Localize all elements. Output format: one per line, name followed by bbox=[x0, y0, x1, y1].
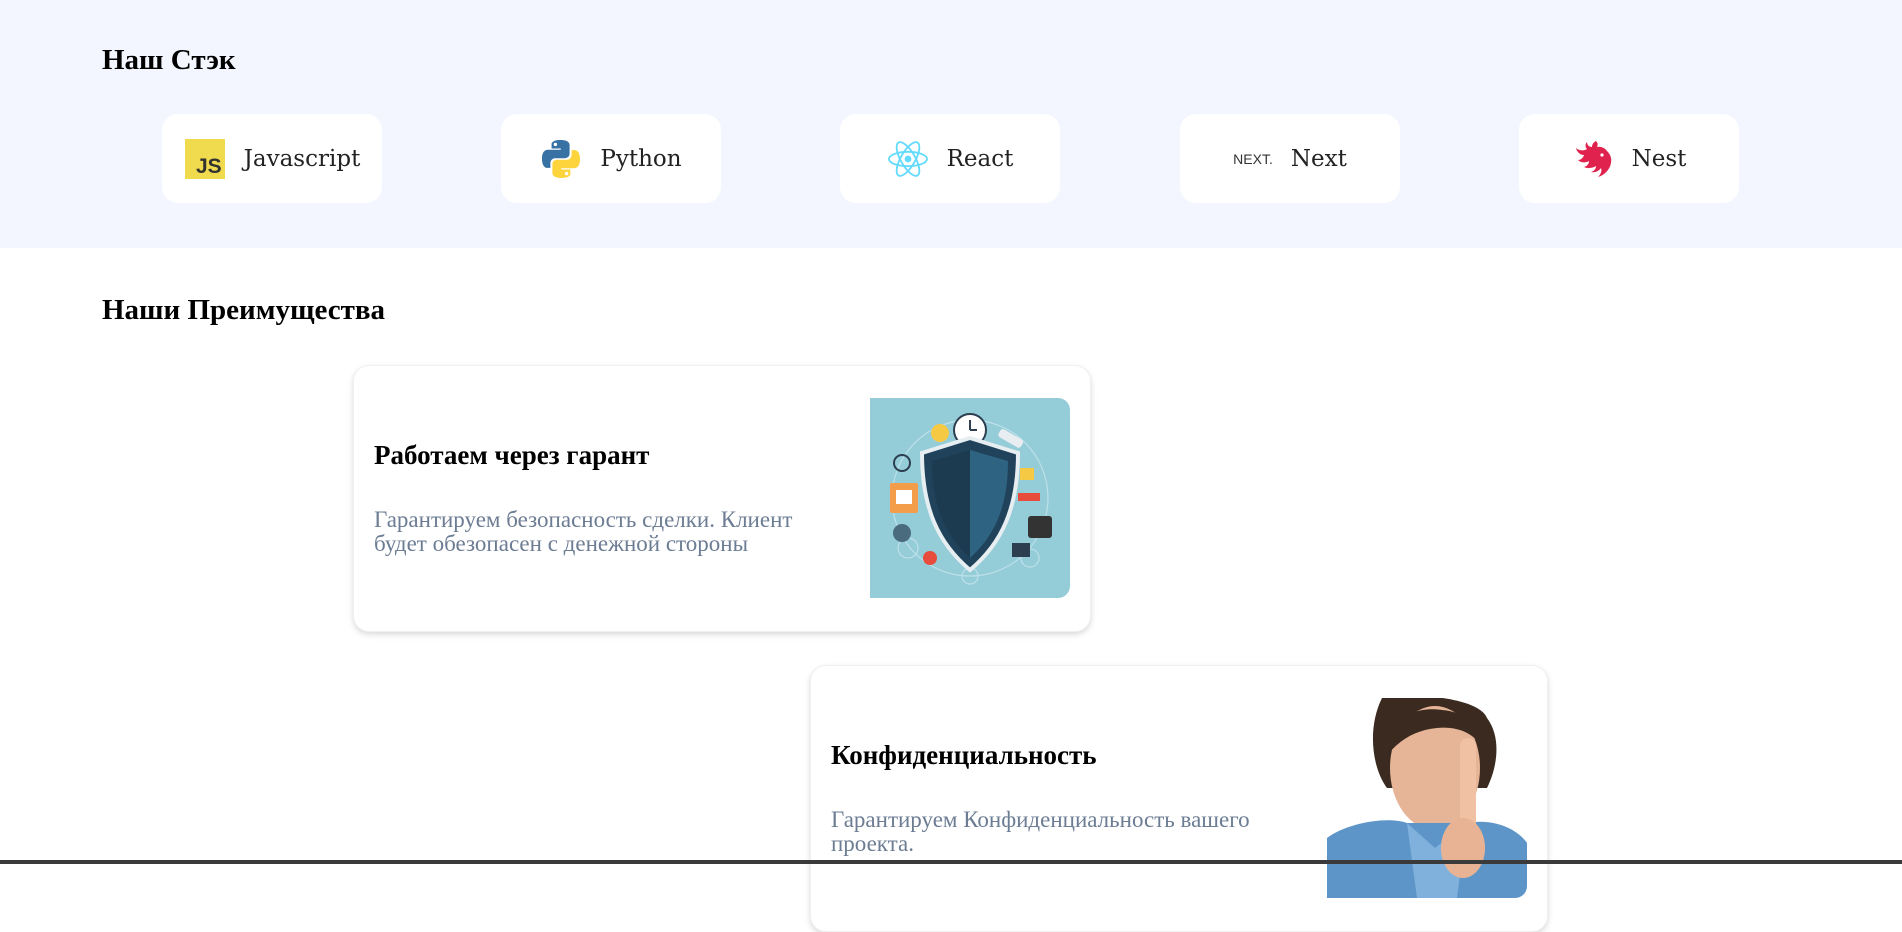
stack-section: Наш Стэк JS Javascript Python React NEXT… bbox=[0, 0, 1902, 248]
react-logo-icon bbox=[887, 138, 929, 180]
stack-card-label: React bbox=[946, 145, 1014, 172]
advantage-card-guarantee: Работаем через гарант Гарантируем безопа… bbox=[353, 365, 1091, 632]
stack-card-python: Python bbox=[501, 114, 721, 203]
stack-card-label: Python bbox=[600, 145, 682, 172]
stack-card-label: Nest bbox=[1631, 145, 1687, 172]
nextjs-logo-icon: NEXT. bbox=[1233, 150, 1273, 167]
advantage-card-confidentiality: Конфиденциальность Гарантируем Конфиденц… bbox=[810, 665, 1548, 932]
advantages-section-title: Наши Преимущества bbox=[102, 294, 386, 326]
advantage-card-text: Гарантируем Конфиденциальность вашего пр… bbox=[831, 807, 1250, 856]
security-shield-illustration bbox=[870, 398, 1070, 598]
advantage-card-title: Конфиденциальность bbox=[831, 740, 1097, 770]
stack-card-next: NEXT. Next bbox=[1180, 114, 1400, 203]
page-bottom-border bbox=[0, 860, 1902, 864]
advantage-card-text: Гарантируем безопасность сделки. Клиент … bbox=[374, 507, 793, 556]
nestjs-logo-icon bbox=[1572, 138, 1614, 180]
javascript-logo-icon: JS bbox=[184, 138, 226, 180]
stack-section-title: Наш Стэк bbox=[102, 44, 236, 76]
stack-card-label: Javascript bbox=[243, 145, 361, 172]
stack-card-javascript: JS Javascript bbox=[162, 114, 382, 203]
advantage-card-title: Работаем через гарант bbox=[374, 440, 650, 470]
man-finger-on-lips-photo bbox=[1327, 698, 1527, 898]
stack-card-nest: Nest bbox=[1519, 114, 1739, 203]
stack-card-react: React bbox=[840, 114, 1060, 203]
python-logo-icon bbox=[540, 138, 582, 180]
stack-card-label: Next bbox=[1290, 145, 1347, 172]
